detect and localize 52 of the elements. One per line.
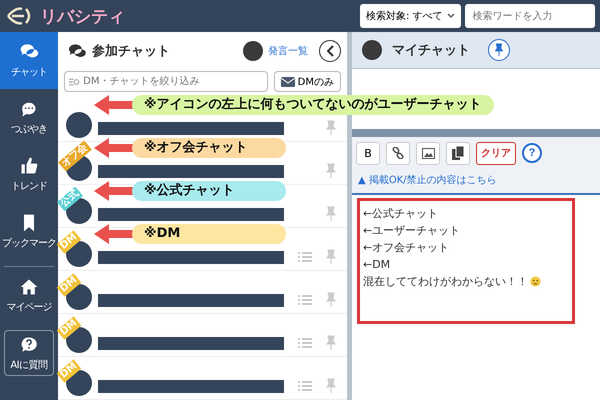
chat-avatar[interactable] [66,112,92,138]
sidebar-item[interactable]: マイページ [0,267,58,324]
help-bubble-icon [19,334,39,354]
history-link[interactable]: 発言一覧 [268,44,308,58]
arrow-icon [94,95,134,115]
logo-text: リバシティ [40,6,125,28]
notice-link[interactable]: ▲ 掲載OK/禁止の内容はこちら [352,169,600,195]
callout-label: ※DM [132,224,286,244]
message-line: ←ユーザーチャット [363,223,460,239]
pin-icon [494,43,504,57]
message-line: 混在しててわけがわからない！！ [363,274,528,290]
search-target-dropdown[interactable]: 検索対象: すべて [360,4,461,28]
callout-label: ※オフ会チャット [132,138,286,158]
image-button[interactable] [416,142,440,164]
chevron-left-icon [326,45,334,57]
panel-title: 参加チャット [92,43,170,60]
message-text-area[interactable]: ←公式チャット ←ユーザーチャット ←オフ会チャット ←DM 混在しててわけがわからない！！ [357,198,575,324]
thumbs-up-icon [19,156,39,176]
message-line: ←DM [363,257,390,273]
emoji-icon [530,276,541,287]
message-line: ←オフ会チャット [363,240,450,256]
arrow-icon [94,181,134,201]
link-icon [392,147,404,159]
sidebar-item[interactable]: ブックマーク [0,203,58,260]
search-field[interactable]: 検索ワードを入力 [464,4,595,28]
help-button[interactable]: ? [522,143,542,163]
bold-button[interactable]: B [356,142,380,164]
callout-label: ※アイコンの左上に何もついてないのがユーザーチャット [132,95,494,115]
home-icon [19,277,39,297]
image-icon [422,148,434,158]
copy-button[interactable] [446,142,470,164]
message-line: ←公式チャット [363,206,438,222]
sidebar-item[interactable]: トレンド [0,146,58,203]
sidebar-item[interactable]: つぶやき [0,89,58,146]
panel-title: マイチャット [392,42,470,59]
arrow-icon [94,224,134,244]
chevron-down-icon [446,13,455,19]
copy-icon [452,146,464,160]
dm-only-button[interactable]: DMのみ [274,71,341,92]
clear-button[interactable]: クリア [476,142,516,164]
arrow-icon [94,138,134,158]
avatar [243,41,263,61]
chat-bubbles-icon [67,43,87,59]
envelope-icon [280,76,295,86]
sidebar-item[interactable]: AIに質問 [4,330,54,376]
filter-search-icon [69,76,80,86]
sidebar-item[interactable]: チャット [0,32,58,89]
link-button[interactable] [386,142,410,164]
callout-label: ※公式チャット [132,181,286,201]
pin-button[interactable] [488,39,510,61]
avatar [362,40,382,60]
back-button[interactable] [319,40,341,62]
